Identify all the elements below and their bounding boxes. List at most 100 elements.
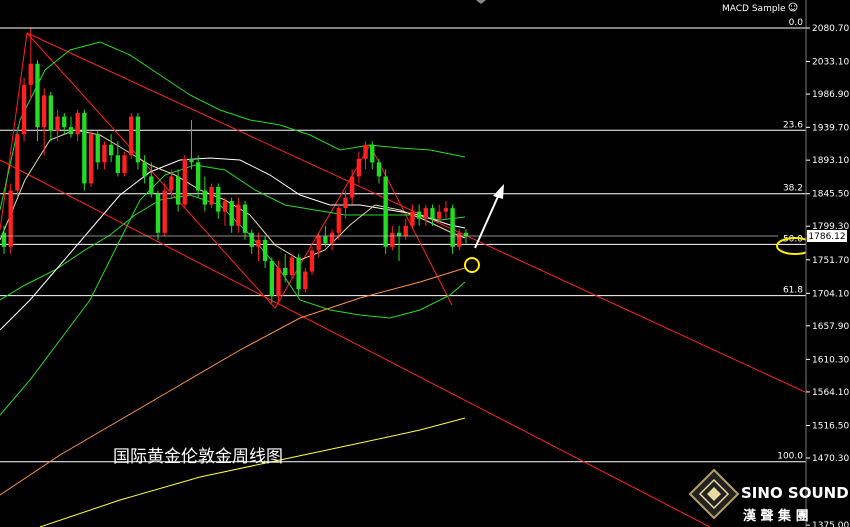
candle-body	[216, 186, 221, 212]
candle-body	[162, 190, 167, 233]
candle-body	[115, 155, 121, 173]
candle	[15, 127, 20, 198]
bollinger-upper	[0, 41, 466, 211]
candle	[269, 257, 275, 304]
candle-body	[376, 162, 382, 177]
candle-body	[129, 116, 134, 156]
candle	[8, 183, 13, 254]
y-tick-label: 1704.10	[812, 289, 849, 299]
y-tick-label: 1516.50	[812, 421, 849, 431]
indicator-label: MACD Sample	[722, 4, 786, 14]
candle-body	[416, 211, 422, 219]
candle	[149, 162, 154, 198]
candle-body	[343, 197, 348, 209]
candle-body	[329, 232, 335, 244]
candle	[410, 204, 415, 230]
candle	[195, 155, 201, 198]
candle	[356, 151, 362, 184]
candle-body	[309, 250, 315, 272]
y-tick-label: 2080.70	[812, 24, 849, 34]
candle	[68, 116, 74, 138]
candle	[62, 113, 67, 135]
candle-body	[21, 84, 27, 135]
highlight-circle	[464, 257, 480, 273]
candle	[108, 134, 114, 163]
candle	[155, 190, 161, 240]
candle-body	[289, 257, 295, 276]
candle-body	[430, 208, 435, 219]
candle-body	[48, 95, 54, 131]
candle	[189, 120, 194, 170]
direction-arrow	[474, 191, 501, 249]
candle-body	[108, 144, 114, 156]
fib-level-label: 61.8	[783, 286, 803, 296]
candle-body	[349, 176, 355, 198]
candle-body	[316, 236, 321, 251]
candle	[376, 158, 382, 184]
candle	[229, 197, 234, 233]
candle-body	[142, 162, 147, 177]
candle-body	[15, 134, 20, 191]
scroll-marker-icon	[476, 0, 486, 4]
fib-level-label: 23.6	[783, 120, 803, 130]
candle-body	[269, 260, 275, 297]
candle-body	[202, 190, 208, 205]
y-tick-label: 1375.00	[812, 521, 849, 527]
candle	[202, 176, 208, 212]
candle	[370, 141, 375, 170]
y-tick-label: 2033.10	[812, 58, 849, 68]
candle	[383, 169, 388, 254]
current-price-label: 1786.12	[808, 232, 845, 242]
candle	[75, 109, 80, 142]
candle	[182, 155, 187, 209]
candle-body	[149, 176, 154, 195]
y-tick-label: 1751.70	[812, 256, 849, 266]
candle-body	[175, 176, 181, 205]
candle-body	[276, 268, 281, 297]
candle	[443, 201, 449, 219]
y-tick-label: 1657.90	[812, 322, 849, 332]
candle-body	[189, 158, 194, 163]
candle-body	[229, 201, 234, 226]
candle	[450, 204, 455, 254]
candle	[316, 232, 321, 258]
candle	[135, 113, 141, 170]
candle	[236, 197, 241, 233]
candle	[242, 201, 248, 240]
candle-body	[236, 204, 241, 226]
candle-body	[169, 176, 174, 191]
candle	[296, 253, 301, 297]
candle-body	[28, 63, 33, 85]
candle	[41, 88, 47, 156]
channel-upper-line	[26, 32, 806, 393]
candle	[21, 77, 27, 142]
candle-body	[256, 239, 261, 247]
current-price-badge: 1786.12	[807, 230, 847, 242]
candle	[390, 225, 395, 251]
candle-body	[450, 208, 455, 247]
candle-body	[8, 190, 13, 247]
candle	[82, 109, 87, 191]
candle-body	[209, 186, 214, 205]
candle	[35, 60, 40, 142]
candle	[122, 151, 127, 177]
candle	[129, 113, 134, 159]
y-tick-label: 1893.10	[812, 156, 849, 166]
candle-body	[283, 268, 288, 276]
arrow-head	[493, 184, 504, 199]
candle-body	[222, 201, 228, 212]
logo-subtitle: 漢 聲 集 團	[743, 508, 809, 524]
candle-body	[370, 144, 375, 163]
candle	[1, 225, 7, 254]
candle	[102, 141, 107, 170]
candle-body	[195, 162, 201, 191]
candle	[283, 253, 288, 283]
candle	[363, 141, 368, 170]
candle-body	[356, 158, 362, 177]
candle-body	[182, 158, 187, 205]
candle	[162, 183, 167, 237]
candle-body	[75, 113, 80, 135]
candle-body	[122, 155, 127, 173]
candle-body	[35, 63, 40, 128]
candle-body	[55, 116, 60, 131]
